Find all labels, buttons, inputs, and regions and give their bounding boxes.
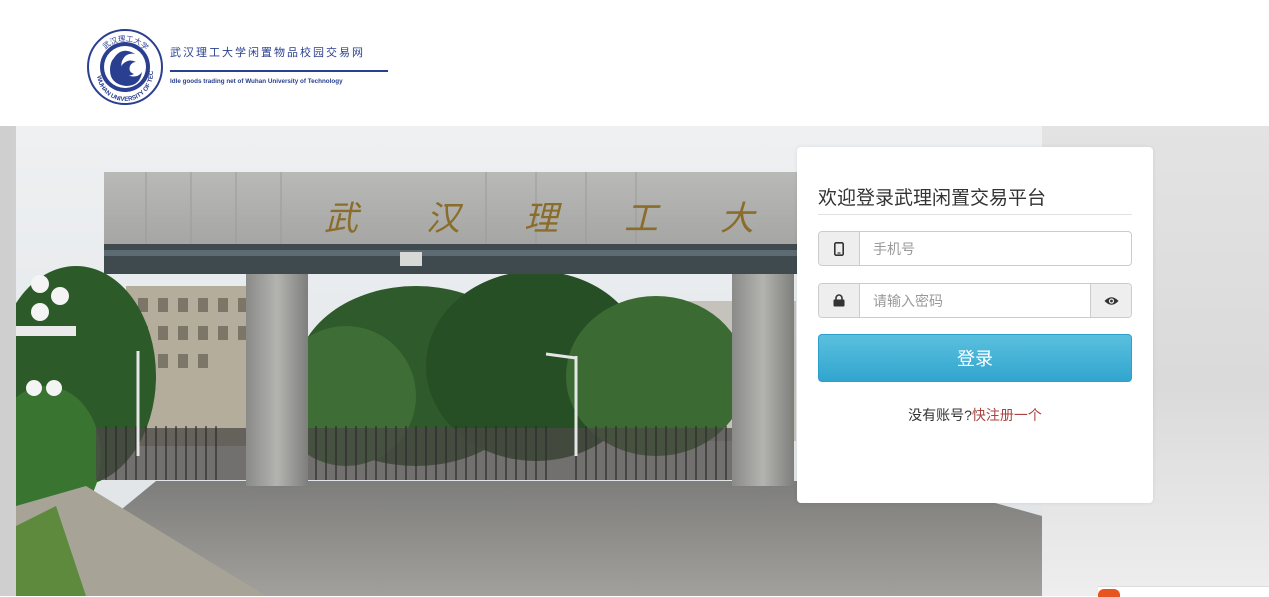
gate-character-5: 大 bbox=[720, 199, 757, 239]
site-logo[interactable]: WUHAN UNIVERSITY OF TECHNOLOGY 武汉理工大学 武汉… bbox=[86, 28, 396, 106]
mobile-phone-icon bbox=[819, 232, 860, 265]
register-prompt: 没有账号? bbox=[908, 407, 972, 423]
corner-widget[interactable] bbox=[1098, 586, 1269, 597]
register-prompt-row: 没有账号?快注册一个 bbox=[797, 405, 1153, 425]
gate-character-4: 工 bbox=[624, 199, 661, 239]
login-card: 欢迎登录武理闲置交易平台 登录 没有账号?快注册一个 bbox=[797, 147, 1153, 503]
logo-chinese-name: 武汉理工大学闲置物品校园交易网 bbox=[170, 46, 365, 59]
eye-icon[interactable] bbox=[1090, 284, 1131, 317]
phone-input-group bbox=[818, 231, 1132, 266]
login-button[interactable]: 登录 bbox=[818, 334, 1132, 382]
gate-character-3: 理 bbox=[524, 199, 562, 239]
gate-character-1: 武 bbox=[324, 199, 362, 239]
register-link[interactable]: 快注册一个 bbox=[972, 407, 1042, 423]
university-seal-icon: WUHAN UNIVERSITY OF TECHNOLOGY 武汉理工大学 bbox=[86, 28, 163, 105]
lock-icon bbox=[819, 284, 860, 317]
phone-input[interactable] bbox=[860, 232, 1131, 265]
title-divider bbox=[818, 214, 1132, 215]
password-input-group bbox=[818, 283, 1132, 318]
logo-divider bbox=[170, 70, 388, 72]
gate-character-2: 汉 bbox=[426, 199, 464, 239]
login-title: 欢迎登录武理闲置交易平台 bbox=[818, 188, 1047, 209]
logo-english-name: Idle goods trading net of Wuhan Universi… bbox=[170, 78, 343, 85]
password-input[interactable] bbox=[860, 284, 1090, 317]
site-header: WUHAN UNIVERSITY OF TECHNOLOGY 武汉理工大学 武汉… bbox=[0, 0, 1269, 126]
